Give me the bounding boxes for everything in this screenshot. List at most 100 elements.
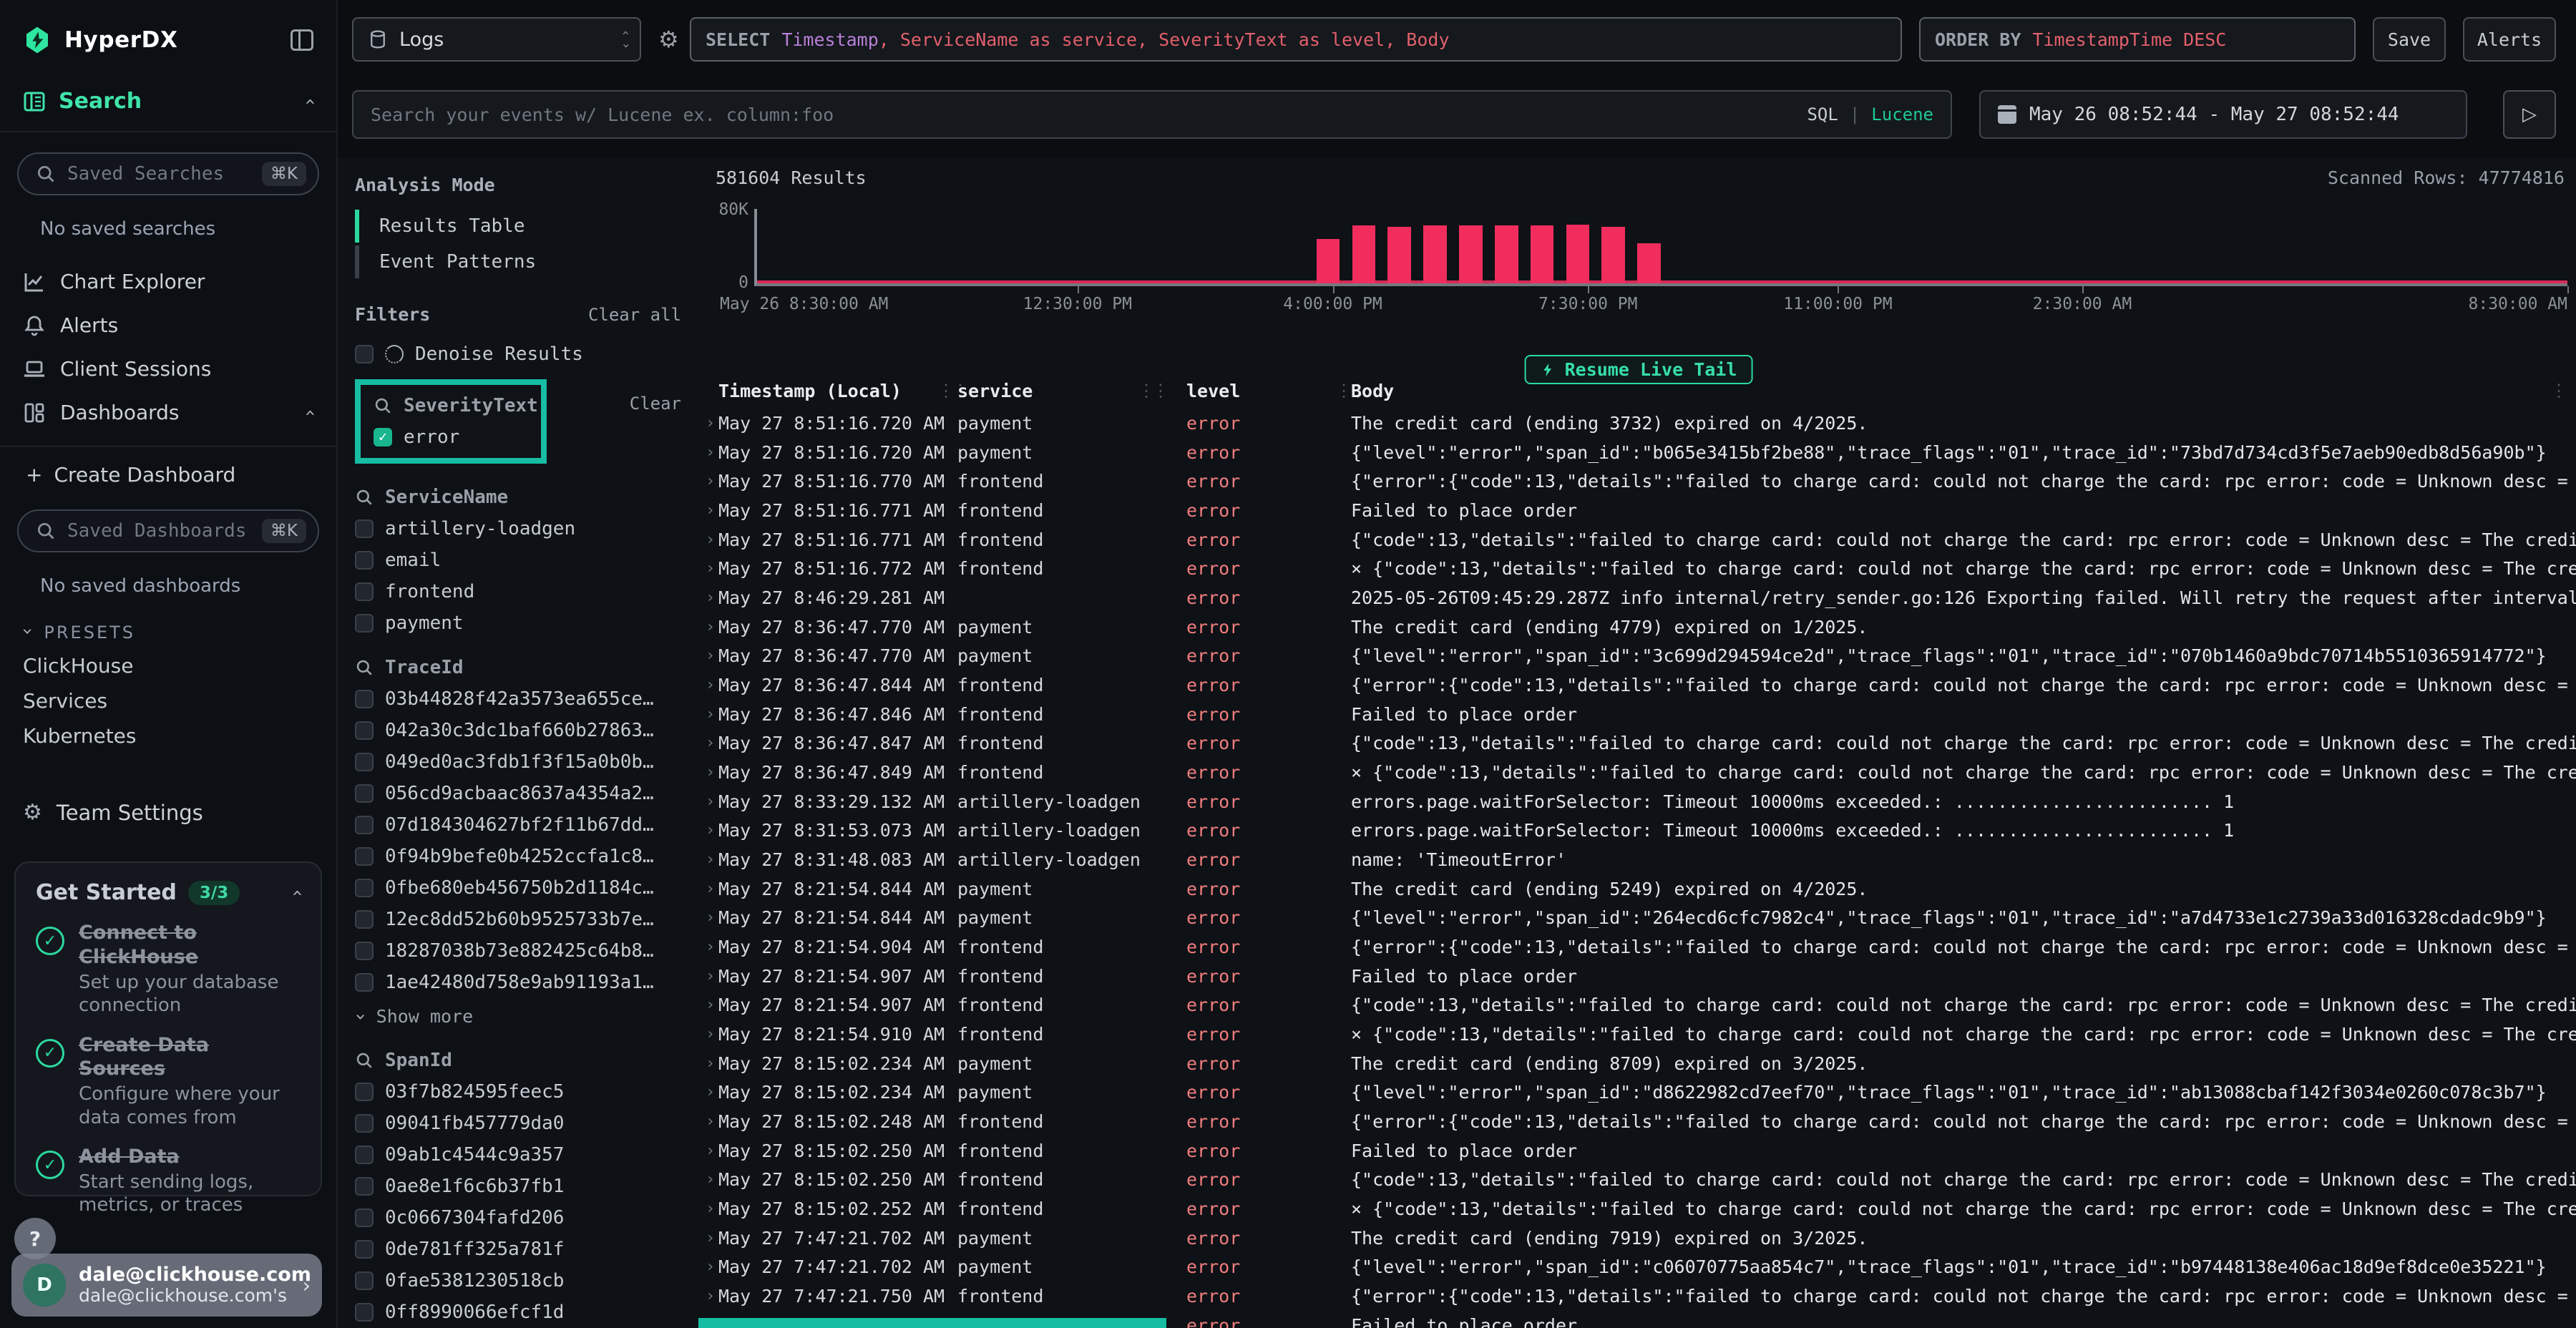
- clear-all-filters-link[interactable]: Clear all: [588, 305, 681, 325]
- column-header-timestamp[interactable]: Timestamp (Local): [718, 381, 902, 401]
- row-expand-chevron-icon[interactable]: ›: [706, 1195, 715, 1224]
- checkbox[interactable]: [355, 1303, 374, 1322]
- checkbox[interactable]: [355, 614, 374, 633]
- row-expand-chevron-icon[interactable]: ›: [706, 1282, 715, 1312]
- table-row[interactable]: › May 27 8:46:29.281 AM error 2025-05-26…: [701, 584, 2576, 613]
- filter-option[interactable]: artillery-loadgen: [355, 518, 701, 540]
- row-expand-chevron-icon[interactable]: ›: [706, 526, 715, 555]
- row-expand-chevron-icon[interactable]: ›: [706, 1253, 715, 1282]
- row-expand-chevron-icon[interactable]: ›: [706, 1166, 715, 1195]
- row-expand-chevron-icon[interactable]: ›: [706, 467, 715, 497]
- checkbox[interactable]: [355, 345, 374, 363]
- table-row[interactable]: › May 27 8:33:29.132 AM artillery-loadge…: [701, 788, 2576, 817]
- checkbox[interactable]: [355, 784, 374, 803]
- run-query-button[interactable]: ▷: [2503, 90, 2556, 139]
- trace-show-more-link[interactable]: › Show more: [355, 1006, 701, 1027]
- column-drag-handle-icon[interactable]: ⋮⋮: [1138, 381, 1166, 401]
- chevron-up-icon[interactable]: ›: [301, 97, 319, 104]
- filter-option[interactable]: 0f94b9befe0b4252ccfa1c8…: [355, 846, 701, 867]
- checkbox[interactable]: [355, 816, 374, 834]
- presets-toggle[interactable]: › PRESETS: [23, 622, 336, 643]
- mode-results-table[interactable]: Results Table: [355, 210, 701, 243]
- column-header-service[interactable]: service: [957, 381, 1033, 401]
- column-header-body[interactable]: Body: [1351, 381, 1394, 401]
- row-expand-chevron-icon[interactable]: ›: [706, 409, 715, 439]
- row-expand-chevron-icon[interactable]: ›: [706, 584, 715, 613]
- chevron-up-icon[interactable]: ›: [301, 409, 319, 416]
- filter-option[interactable]: 03f7b824595feec5: [355, 1081, 701, 1103]
- filter-option[interactable]: 07d184304627bf2f11b67dd…: [355, 814, 701, 836]
- table-row[interactable]: › May 27 8:36:47.770 AM payment error {"…: [701, 642, 2576, 671]
- filter-option[interactable]: 056cd9acbaac8637a4354a2…: [355, 783, 701, 804]
- sidebar-preset-item[interactable]: Services: [0, 683, 336, 718]
- filter-option[interactable]: 03b44828f42a3573ea655ce…: [355, 688, 701, 710]
- checkbox[interactable]: [355, 1271, 374, 1290]
- table-row[interactable]: › May 27 8:15:02.248 AM frontend error {…: [701, 1108, 2576, 1137]
- table-row[interactable]: › May 27 8:51:16.771 AM frontend error F…: [701, 497, 2576, 526]
- table-row[interactable]: › May 27 8:51:16.720 AM payment error Th…: [701, 409, 2576, 439]
- row-expand-chevron-icon[interactable]: ›: [706, 758, 715, 788]
- row-expand-chevron-icon[interactable]: ›: [706, 904, 715, 933]
- events-histogram[interactable]: 80K 0 May 26 8:30:00 AM12:30:00 PM4:00:0…: [716, 200, 2567, 329]
- row-expand-chevron-icon[interactable]: ›: [706, 875, 715, 904]
- row-expand-chevron-icon[interactable]: ›: [706, 613, 715, 643]
- row-expand-chevron-icon[interactable]: ›: [706, 700, 715, 730]
- table-row[interactable]: › May 27 8:21:54.904 AM frontend error {…: [701, 933, 2576, 962]
- checkbox[interactable]: [355, 690, 374, 708]
- checkbox[interactable]: [355, 721, 374, 740]
- resume-live-tail-button[interactable]: Resume Live Tail: [1525, 355, 1753, 384]
- table-row[interactable]: › May 27 8:15:02.250 AM frontend error F…: [701, 1137, 2576, 1166]
- table-row[interactable]: › May 27 8:21:54.907 AM frontend error F…: [701, 962, 2576, 992]
- order-by-input[interactable]: ORDER BYTimestampTime DESC: [1919, 17, 2356, 62]
- histogram-bar[interactable]: [1387, 227, 1411, 283]
- filter-option[interactable]: 049ed0ac3fdb1f3f15a0b0b…: [355, 751, 701, 773]
- filter-option[interactable]: payment: [355, 612, 701, 634]
- histogram-bar[interactable]: [1637, 243, 1661, 283]
- lucene-search-input[interactable]: Search your events w/ Lucene ex. column:…: [352, 90, 1952, 139]
- denoise-results-checkbox-row[interactable]: Denoise Results: [355, 343, 701, 365]
- collapse-sidebar-icon[interactable]: [291, 29, 313, 51]
- source-settings-gear-icon[interactable]: ⚙: [658, 26, 679, 53]
- table-row[interactable]: › May 27 8:36:47.770 AM payment error Th…: [701, 613, 2576, 643]
- saved-dashboards-input[interactable]: Saved Dashboards ⌘K: [17, 509, 319, 552]
- chevron-up-icon[interactable]: ›: [288, 889, 306, 896]
- row-expand-chevron-icon[interactable]: ›: [706, 1050, 715, 1079]
- filter-option[interactable]: 18287038b73e882425c64b8…: [355, 940, 701, 962]
- row-expand-chevron-icon[interactable]: ›: [706, 816, 715, 846]
- row-expand-chevron-icon[interactable]: ›: [706, 729, 715, 758]
- date-range-picker[interactable]: May 26 08:52:44 - May 27 08:52:44: [1979, 90, 2467, 139]
- sidebar-item-search[interactable]: Search ›: [0, 72, 336, 132]
- filter-option[interactable]: frontend: [355, 581, 701, 602]
- search-icon[interactable]: [374, 396, 392, 415]
- checkbox[interactable]: [355, 879, 374, 897]
- source-select[interactable]: Logs ››: [352, 17, 641, 62]
- checkbox[interactable]: [355, 847, 374, 866]
- filter-option[interactable]: 0ae8e1f6c6b37fb1: [355, 1176, 701, 1197]
- filter-option[interactable]: 09041fb457779da0: [355, 1113, 701, 1134]
- filter-option[interactable]: 042a30c3dc1baf660b27863…: [355, 720, 701, 741]
- saved-searches-input[interactable]: Saved Searches ⌘K: [17, 152, 319, 195]
- table-row[interactable]: › May 27 7:47:21.750 AM frontend error {…: [701, 1282, 2576, 1312]
- row-expand-chevron-icon[interactable]: ›: [706, 555, 715, 584]
- table-row[interactable]: › May 27 8:15:02.250 AM frontend error {…: [701, 1166, 2576, 1195]
- table-row[interactable]: › May 27 8:36:47.847 AM frontend error {…: [701, 729, 2576, 758]
- table-row[interactable]: › May 27 8:51:16.771 AM frontend error {…: [701, 526, 2576, 555]
- search-icon[interactable]: [355, 658, 374, 677]
- table-row[interactable]: › May 27 8:51:16.720 AM payment error {"…: [701, 439, 2576, 468]
- filter-option[interactable]: 0ff8990066efcf1d: [355, 1302, 701, 1323]
- table-row[interactable]: › May 27 8:36:47.849 AM frontend error ×…: [701, 758, 2576, 788]
- row-expand-chevron-icon[interactable]: ›: [706, 1078, 715, 1108]
- row-expand-chevron-icon[interactable]: ›: [706, 1108, 715, 1137]
- sql-mode-toggle[interactable]: SQL: [1807, 104, 1838, 125]
- row-expand-chevron-icon[interactable]: ›: [706, 439, 715, 468]
- table-row[interactable]: › May 27 8:31:48.083 AM artillery-loadge…: [701, 846, 2576, 875]
- table-row[interactable]: › May 27 8:21:54.844 AM payment error Th…: [701, 875, 2576, 904]
- histogram-bar[interactable]: [1352, 225, 1376, 283]
- save-button[interactable]: Save: [2373, 17, 2446, 62]
- sidebar-item-dashboards[interactable]: Dashboards ›: [0, 391, 336, 434]
- histogram-bar[interactable]: [1531, 225, 1554, 283]
- sidebar-item-client-sessions[interactable]: Client Sessions: [0, 347, 336, 391]
- checkbox[interactable]: [355, 519, 374, 538]
- histogram-bar[interactable]: [1317, 239, 1340, 283]
- histogram-bar[interactable]: [1566, 225, 1590, 283]
